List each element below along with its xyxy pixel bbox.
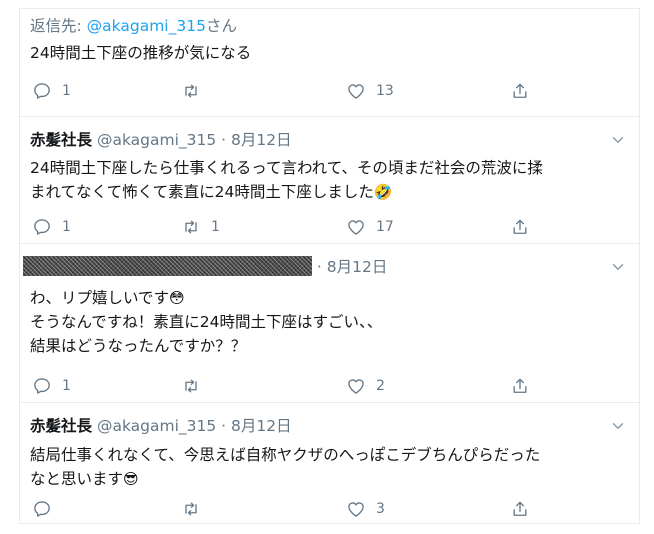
- tweet-text-line: 24時間土下座の推移が気になる: [30, 44, 252, 62]
- tweet-header: · 8月12日: [23, 256, 387, 278]
- tweet-text-line: わ、リプ嬉しいです: [30, 289, 170, 307]
- tweet-text-line: なと思います: [30, 470, 124, 488]
- tweet-date[interactable]: 8月12日: [231, 417, 292, 435]
- reply-count: 1: [62, 378, 71, 394]
- author-name[interactable]: 赤髪社長: [30, 417, 92, 435]
- share-button[interactable]: [510, 374, 530, 398]
- tweet-3[interactable]: · 8月12日 わ、リプ嬉しいです😳 そうなんですね！素直に24時間土下座はすご…: [20, 243, 639, 402]
- separator-dot: ·: [216, 417, 232, 435]
- share-icon: [510, 217, 530, 237]
- author-handle[interactable]: @akagami_315: [97, 131, 216, 149]
- reply-icon: [32, 499, 52, 519]
- tweet-text-line: そうなんですね！素直に24時間土下座はすごい、、: [30, 313, 383, 331]
- like-count: 13: [376, 83, 394, 99]
- retweet-button[interactable]: [181, 79, 211, 103]
- like-button[interactable]: 3: [346, 497, 385, 521]
- reply-button[interactable]: 1: [32, 79, 71, 103]
- like-count: 2: [376, 378, 385, 394]
- like-button[interactable]: 17: [346, 215, 394, 239]
- reply-icon: [32, 81, 52, 101]
- tweet-text: 24時間土下座の推移が気になる: [30, 41, 615, 65]
- tweet-text-line: 結局仕事くれなくて、今思えば自称ヤクザのへっぽこデブちんぴらだった: [30, 446, 541, 464]
- sunglasses-emoji: 😎: [123, 470, 139, 488]
- separator-dot: ·: [216, 131, 232, 149]
- like-count: 3: [376, 501, 385, 517]
- retweet-icon: [181, 217, 201, 237]
- tweet-header: 赤髪社長 @akagami_315 · 8月12日: [30, 415, 292, 437]
- like-button[interactable]: 2: [346, 374, 385, 398]
- reply-button[interactable]: 1: [32, 374, 71, 398]
- retweet-icon: [181, 81, 201, 101]
- retweet-count: 1: [211, 219, 220, 235]
- heart-icon: [346, 376, 366, 396]
- chevron-down-icon[interactable]: [609, 258, 627, 276]
- retweet-button[interactable]: 1: [181, 215, 220, 239]
- like-button[interactable]: 13: [346, 79, 394, 103]
- tweet-actions: 1 1 17: [20, 215, 639, 239]
- reply-to-handle[interactable]: @akagami_315: [87, 17, 206, 35]
- reply-to-prefix: 返信先:: [30, 17, 87, 35]
- retweet-icon: [181, 376, 201, 396]
- chevron-down-icon[interactable]: [609, 131, 627, 149]
- reply-icon: [32, 376, 52, 396]
- tweet-text: 結局仕事くれなくて、今思えば自称ヤクザのへっぽこデブちんぴらだった なと思います…: [30, 443, 615, 491]
- tweet-header: 赤髪社長 @akagami_315 · 8月12日: [30, 129, 292, 151]
- retweet-button[interactable]: [181, 374, 211, 398]
- chevron-down-icon[interactable]: [609, 417, 627, 435]
- rofl-emoji: 🤣: [373, 183, 393, 201]
- share-icon: [510, 81, 530, 101]
- separator-dot: ·: [312, 258, 327, 276]
- conversation-thread: 返信先: @akagami_315さん 24時間土下座の推移が気になる 1 13…: [19, 8, 640, 524]
- author-name[interactable]: 赤髪社長: [30, 131, 92, 149]
- reply-to-label: 返信先: @akagami_315さん: [30, 15, 237, 37]
- tweet-date[interactable]: 8月12日: [327, 258, 388, 276]
- share-button[interactable]: [510, 215, 530, 239]
- heart-icon: [346, 217, 366, 237]
- reply-button[interactable]: 1: [32, 215, 71, 239]
- tweet-text-line: 24時間土下座したら仕事くれるって言われて、その頃まだ社会の荒波に揉: [30, 159, 543, 177]
- like-count: 17: [376, 219, 394, 235]
- share-button[interactable]: [510, 79, 530, 103]
- tweet-text-line: まれてなくて怖くて素直に24時間土下座しました: [30, 183, 374, 201]
- author-handle[interactable]: @akagami_315: [97, 417, 216, 435]
- tweet-actions: 3: [20, 497, 639, 521]
- tweet-text: 24時間土下座したら仕事くれるって言われて、その頃まだ社会の荒波に揉 まれてなく…: [30, 156, 615, 204]
- tweet-date[interactable]: 8月12日: [231, 131, 292, 149]
- reply-icon: [32, 217, 52, 237]
- heart-icon: [346, 81, 366, 101]
- tweet-4[interactable]: 赤髪社長 @akagami_315 · 8月12日 結局仕事くれなくて、今思えば…: [20, 402, 639, 524]
- reply-count: 1: [62, 219, 71, 235]
- reply-to-suffix: さん: [205, 17, 237, 35]
- reply-count: 1: [62, 83, 71, 99]
- share-button[interactable]: [510, 497, 530, 521]
- retweet-button[interactable]: [181, 497, 211, 521]
- tweet-text: わ、リプ嬉しいです😳 そうなんですね！素直に24時間土下座はすごい、、 結果はど…: [30, 286, 615, 358]
- redacted-author: [23, 256, 312, 276]
- tweet-1[interactable]: 返信先: @akagami_315さん 24時間土下座の推移が気になる 1 13: [20, 9, 639, 116]
- tweet-actions: 1 13: [20, 79, 639, 103]
- share-icon: [510, 499, 530, 519]
- retweet-icon: [181, 499, 201, 519]
- share-icon: [510, 376, 530, 396]
- flushed-emoji: 😳: [169, 289, 185, 307]
- tweet-2[interactable]: 赤髪社長 @akagami_315 · 8月12日 24時間土下座したら仕事くれ…: [20, 116, 639, 243]
- reply-button[interactable]: [32, 497, 62, 521]
- heart-icon: [346, 499, 366, 519]
- tweet-text-line: 結果はどうなったんですか？？: [30, 337, 247, 355]
- tweet-actions: 1 2: [20, 374, 639, 398]
